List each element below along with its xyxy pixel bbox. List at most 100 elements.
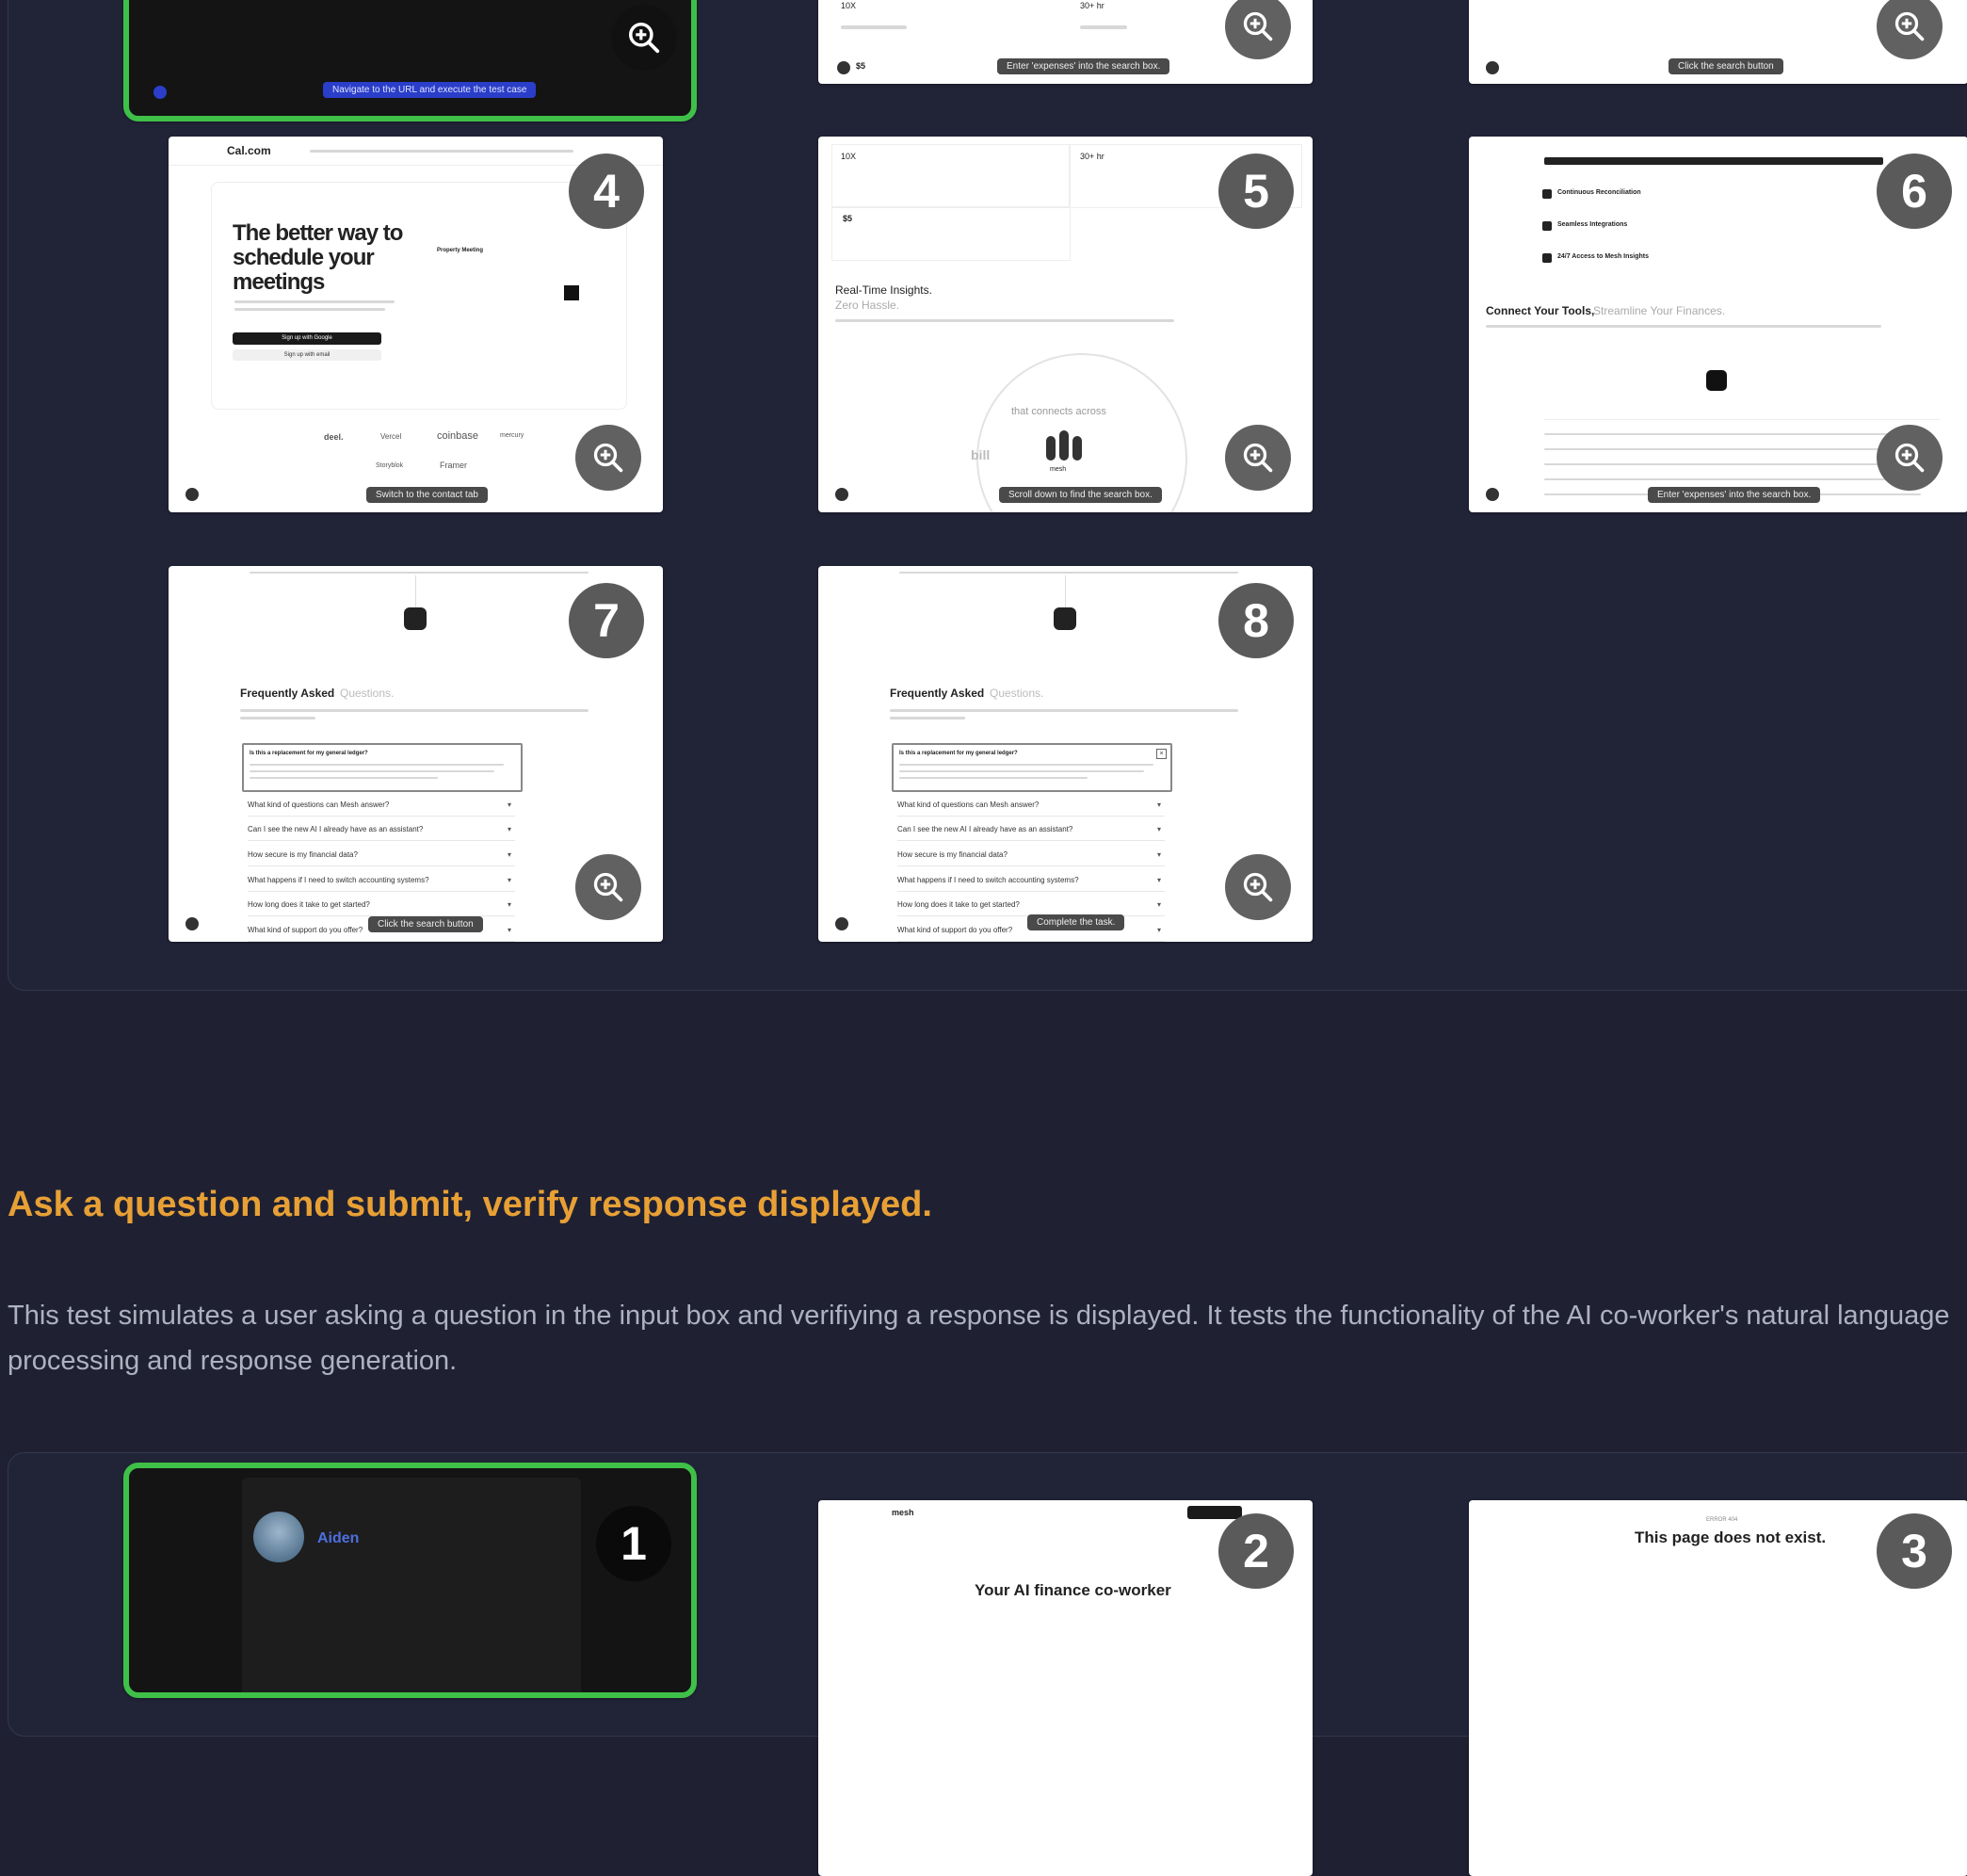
faq-item[interactable]: What happens if I need to switch account… bbox=[897, 870, 1165, 892]
chevron-down-icon: ▾ bbox=[507, 850, 511, 859]
step-tooltip: Enter 'expenses' into the search box. bbox=[1648, 487, 1821, 503]
zoom-in-icon bbox=[629, 23, 660, 54]
faq-intro bbox=[890, 717, 965, 720]
mesh-icon bbox=[1706, 370, 1727, 391]
section-text bbox=[1486, 325, 1881, 328]
faq-question: What happens if I need to switch account… bbox=[897, 876, 1079, 884]
step-number-badge: 3 bbox=[1877, 1513, 1952, 1589]
signup-google-button[interactable]: Sign up with Google bbox=[233, 332, 381, 345]
thumbnail-step-5[interactable]: 10X 30+ hr $5 Real-Time Insights. Zero H… bbox=[818, 137, 1313, 512]
test-case-title: Ask a question and submit, verify respon… bbox=[8, 1185, 932, 1224]
faq-open-item[interactable]: Is this a replacement for my general led… bbox=[892, 743, 1172, 792]
faq-item[interactable]: What kind of questions can Mesh answer? ▾ bbox=[897, 795, 1165, 817]
cursor-indicator bbox=[185, 488, 199, 501]
zoom-button[interactable] bbox=[1877, 0, 1943, 59]
feature-2: Seamless Integrations bbox=[1557, 221, 1628, 228]
thumbnail-step-8[interactable]: Frequently Asked Questions. Is this a re… bbox=[818, 566, 1313, 942]
section-heading-sub: Streamline Your Finances. bbox=[1593, 304, 1726, 317]
chevron-down-icon: ▾ bbox=[1156, 876, 1161, 884]
chevron-down-icon: ▾ bbox=[1156, 850, 1161, 859]
step-number-badge: 8 bbox=[1218, 583, 1294, 658]
logo-deel: deel. bbox=[324, 432, 344, 442]
step-tooltip: Enter 'expenses' into the search box. bbox=[997, 58, 1170, 74]
faq-item[interactable]: Can I see the new AI I already have as a… bbox=[248, 819, 515, 841]
chevron-down-icon: ▾ bbox=[507, 825, 511, 833]
thumbnail-step-1[interactable]: Navigate to the URL and execute the test… bbox=[123, 0, 697, 121]
nav-button[interactable] bbox=[1187, 1506, 1242, 1519]
section-heading-sub: Zero Hassle. bbox=[835, 299, 900, 312]
faq-question: How long does it take to get started? bbox=[248, 900, 370, 909]
steps-panel-previous: Navigate to the URL and execute the test… bbox=[8, 0, 1967, 991]
faq-item[interactable]: How long does it take to get started? ▾ bbox=[897, 895, 1165, 916]
zoom-in-icon bbox=[593, 872, 623, 902]
hero-heading: Your AI finance co-worker bbox=[975, 1581, 1171, 1599]
faq-item[interactable]: Can I see the new AI I already have as a… bbox=[897, 819, 1165, 841]
step-tooltip: Scroll down to find the search box. bbox=[999, 487, 1162, 503]
faq-title-sub: Questions. bbox=[340, 687, 395, 700]
faq-item[interactable]: How secure is my financial data? ▾ bbox=[897, 845, 1165, 866]
mesh-label: mesh bbox=[1050, 466, 1067, 473]
steps-panel-next: Aiden 1 mesh Your AI finance co-worker 2… bbox=[8, 1452, 1967, 1876]
mesh-logo bbox=[1044, 429, 1086, 462]
zoom-button[interactable] bbox=[575, 425, 641, 491]
zoom-in-icon bbox=[1243, 872, 1273, 902]
faq-question: Can I see the new AI I already have as a… bbox=[248, 825, 424, 833]
breadcrumb-bar bbox=[899, 572, 1238, 574]
event-title: Property Meeting bbox=[437, 248, 484, 253]
logo-mercury: mercury bbox=[500, 432, 524, 439]
cursor-indicator bbox=[1486, 488, 1499, 501]
placeholder-text bbox=[1080, 25, 1127, 29]
thumbnail-step-2[interactable]: mesh Your AI finance co-worker 2 bbox=[818, 1500, 1313, 1876]
faq-open-item[interactable]: Is this a replacement for my general led… bbox=[242, 743, 523, 792]
connector-line bbox=[1065, 575, 1066, 607]
zoom-button[interactable] bbox=[1877, 425, 1943, 491]
thumbnail-step-4[interactable]: Cal.com The better way to schedule your … bbox=[169, 137, 663, 512]
hero-subtext bbox=[234, 300, 395, 303]
feature-icon bbox=[1542, 253, 1552, 263]
faq-item[interactable]: How secure is my financial data? ▾ bbox=[248, 845, 515, 866]
zoom-in-icon bbox=[1894, 11, 1925, 41]
signup-email-button[interactable]: Sign up with email bbox=[233, 349, 381, 361]
faq-question: What kind of questions can Mesh answer? bbox=[248, 801, 390, 809]
zoom-button[interactable] bbox=[1225, 425, 1291, 491]
zoom-button[interactable] bbox=[575, 854, 641, 920]
cursor-indicator bbox=[835, 917, 848, 930]
zoom-button[interactable] bbox=[1225, 0, 1291, 59]
zoom-button[interactable] bbox=[1225, 854, 1291, 920]
feature-3: 24/7 Access to Mesh Insights bbox=[1557, 253, 1649, 260]
step-number-badge: 7 bbox=[569, 583, 644, 658]
step-tooltip: Click the search button bbox=[368, 916, 483, 932]
stat-5: $5 bbox=[843, 214, 853, 223]
zoom-in-icon bbox=[1894, 443, 1925, 473]
chevron-down-icon: ▾ bbox=[1156, 926, 1161, 934]
cursor-indicator bbox=[153, 86, 167, 99]
stat-card bbox=[831, 206, 1071, 261]
chevron-down-icon: ▾ bbox=[1156, 825, 1161, 833]
placeholder-text bbox=[841, 25, 907, 29]
thumbnail-step-6[interactable]: Continuous Reconciliation Seamless Integ… bbox=[1469, 137, 1967, 512]
step-number-badge: 2 bbox=[1218, 1513, 1294, 1589]
faq-item[interactable]: What happens if I need to switch account… bbox=[248, 870, 515, 892]
chevron-down-icon: ▾ bbox=[507, 926, 511, 934]
zoom-in-icon bbox=[1243, 11, 1273, 41]
stat-30hr: 30+ hr bbox=[1080, 152, 1104, 161]
zoom-button[interactable] bbox=[611, 5, 677, 71]
site-logo: Cal.com bbox=[227, 144, 271, 157]
faq-item[interactable]: What kind of questions can Mesh answer? ▾ bbox=[248, 795, 515, 817]
close-icon[interactable]: × bbox=[1156, 749, 1167, 759]
thumbnail-step-7[interactable]: Frequently Asked Questions. Is this a re… bbox=[169, 566, 663, 942]
orbit-text: that connects across bbox=[1011, 406, 1106, 417]
step-tooltip: Complete the task. bbox=[1027, 914, 1125, 930]
logo-framer: Framer bbox=[440, 461, 467, 470]
thumbnail-step-1[interactable]: Aiden 1 bbox=[123, 1463, 697, 1698]
faq-question: How long does it take to get started? bbox=[897, 900, 1020, 909]
connector-line bbox=[415, 575, 416, 607]
faq-title-sub: Questions. bbox=[990, 687, 1044, 700]
thumbnail-step-3[interactable]: ERROR 404 This page does not exist. 3 bbox=[1469, 1500, 1967, 1876]
logo-storyblok: Storyblok bbox=[376, 462, 404, 469]
faq-item[interactable]: How long does it take to get started? ▾ bbox=[248, 895, 515, 916]
step-number-badge: 6 bbox=[1877, 154, 1952, 229]
thumbnail-step-3[interactable]: Click the search button bbox=[1469, 0, 1967, 84]
thumbnail-step-2[interactable]: 10X 30+ hr $5 Enter 'expenses' into the … bbox=[818, 0, 1313, 84]
faq-question: What happens if I need to switch account… bbox=[248, 876, 429, 884]
